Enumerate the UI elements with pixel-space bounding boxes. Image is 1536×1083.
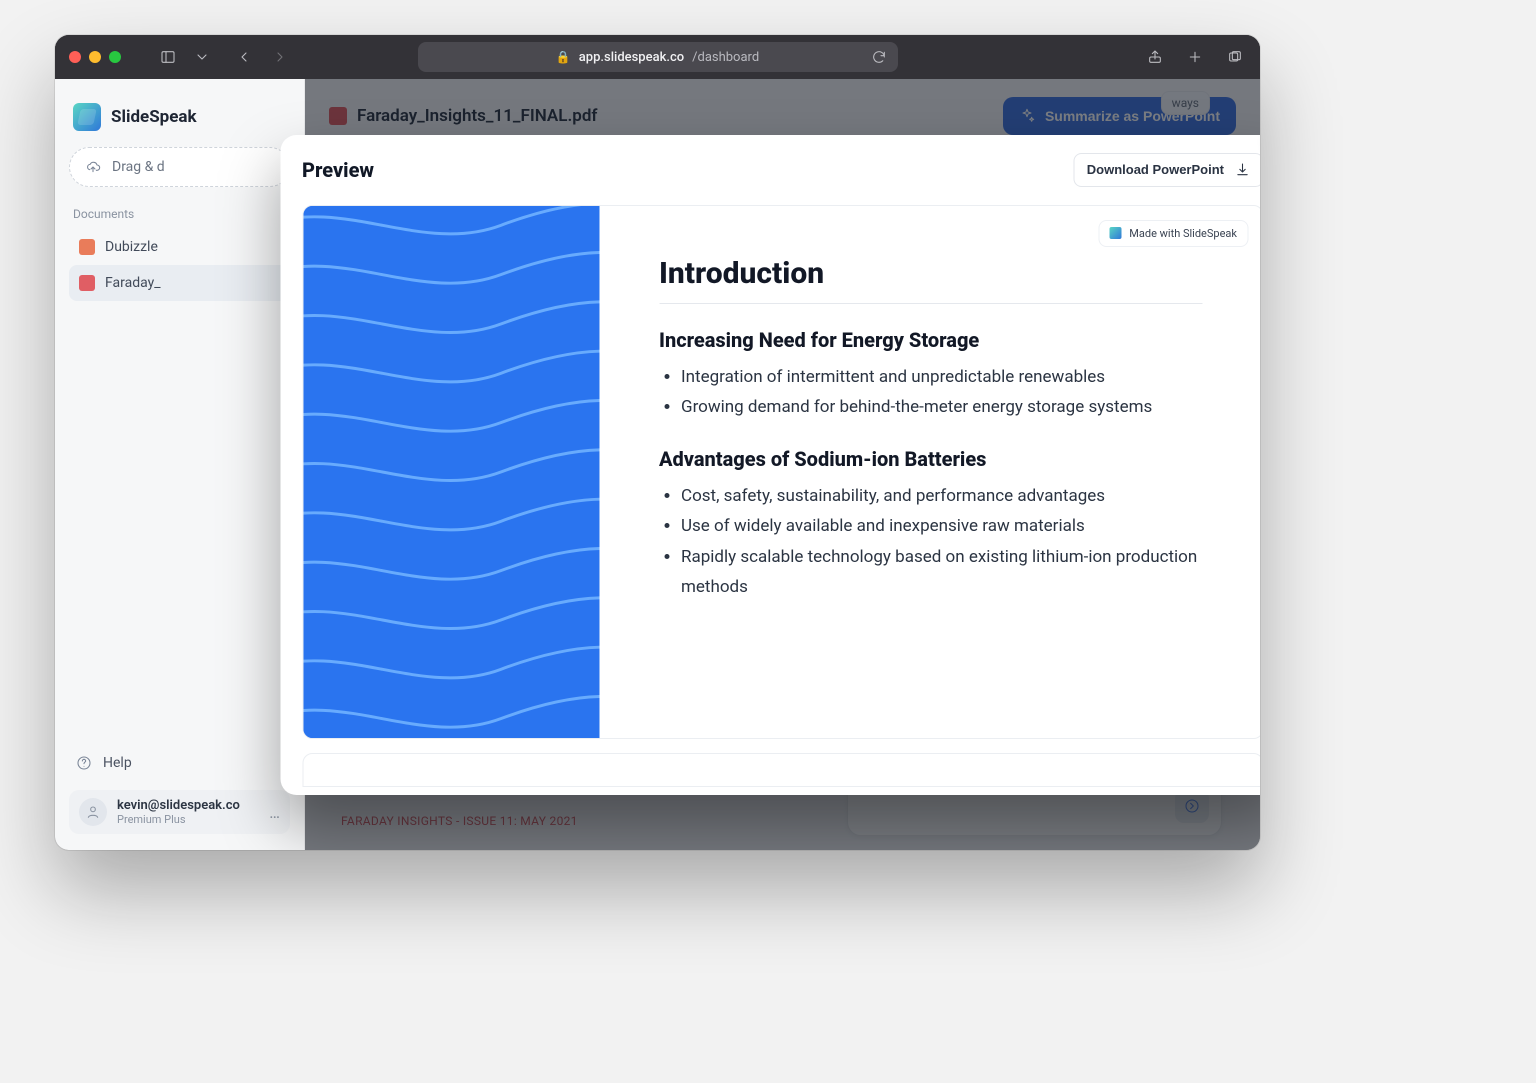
upload-icon — [84, 158, 102, 176]
browser-url-bar[interactable]: 🔒 app.slidespeak.co/dashboard — [418, 42, 898, 72]
avatar-icon — [79, 798, 107, 826]
help-icon — [75, 754, 93, 772]
browser-window: 🔒 app.slidespeak.co/dashboard — [55, 35, 1260, 850]
slide-section-heading: Increasing Need for Energy Storage — [659, 328, 1202, 352]
sidebar-item-label: Dubizzle — [105, 239, 158, 255]
refresh-icon[interactable] — [868, 46, 890, 68]
minimize-window-icon[interactable] — [89, 51, 101, 63]
nav-forward-icon[interactable] — [269, 46, 291, 68]
maximize-window-icon[interactable] — [109, 51, 121, 63]
brand-name: SlideSpeak — [111, 107, 197, 127]
sidebar-item-label: Faraday_ — [105, 275, 161, 291]
slide-title: Introduction — [659, 256, 1202, 304]
sidebar-toggle-icon[interactable] — [157, 46, 179, 68]
slide-bullet: Cost, safety, sustainability, and perfor… — [681, 481, 1202, 512]
download-button[interactable]: Download PowerPoint — [1074, 153, 1260, 187]
sidebar-item-doc-0[interactable]: Dubizzle — [69, 229, 290, 265]
nav-back-icon[interactable] — [233, 46, 255, 68]
pdf-file-icon — [79, 275, 95, 291]
main-panel: Faraday_Insights_11_FINAL.pdf Summarize … — [305, 79, 1260, 850]
slide-decor — [303, 206, 599, 738]
account-chip[interactable]: kevin@slidespeak.co Premium Plus … — [69, 790, 290, 834]
pptx-file-icon — [79, 239, 95, 255]
account-email: kevin@slidespeak.co — [117, 798, 240, 813]
tabs-icon[interactable] — [1224, 46, 1246, 68]
download-icon — [1234, 162, 1250, 178]
made-with-badge: Made with SlideSpeak — [1098, 220, 1248, 247]
account-plan: Premium Plus — [117, 813, 240, 826]
help-label: Help — [103, 755, 132, 771]
slide-section-heading: Advantages of Sodium-ion Batteries — [659, 447, 1202, 471]
close-window-icon[interactable] — [69, 51, 81, 63]
share-icon[interactable] — [1144, 46, 1166, 68]
slide-bullets: Integration of intermittent and unpredic… — [659, 362, 1202, 423]
slide-preview: Made with SlideSpeak Introduction Increa… — [302, 205, 1260, 739]
preview-modal: ✕ Preview Download PowerPoint — [280, 135, 1260, 795]
slide-bullet: Rapidly scalable technology based on exi… — [681, 542, 1202, 603]
upload-label: Drag & d — [112, 159, 165, 175]
brand-logo-icon — [1109, 227, 1121, 239]
url-path: /dashboard — [692, 50, 759, 65]
slide-bullet: Use of widely available and inexpensive … — [681, 511, 1202, 542]
made-with-label: Made with SlideSpeak — [1129, 227, 1237, 240]
slide-bullet: Integration of intermittent and unpredic… — [681, 362, 1202, 393]
slide-bullet: Growing demand for behind-the-meter ener… — [681, 392, 1202, 423]
browser-titlebar: 🔒 app.slidespeak.co/dashboard — [55, 35, 1260, 79]
chevron-down-icon[interactable] — [191, 46, 213, 68]
new-tab-icon[interactable] — [1184, 46, 1206, 68]
brand-logo-icon — [73, 103, 101, 131]
window-controls[interactable] — [69, 51, 121, 63]
account-more-icon[interactable]: … — [269, 803, 280, 822]
lock-icon: 🔒 — [556, 50, 571, 64]
slide-body: Made with SlideSpeak Introduction Increa… — [599, 206, 1260, 738]
brand[interactable]: SlideSpeak — [69, 95, 290, 147]
sidebar-section-label: Documents — [69, 207, 290, 229]
help-link[interactable]: Help — [69, 744, 290, 782]
url-host: app.slidespeak.co — [579, 50, 684, 65]
next-slide-peek — [302, 753, 1260, 787]
modal-title: Preview — [302, 158, 374, 182]
slide-bullets: Cost, safety, sustainability, and perfor… — [659, 481, 1202, 603]
sidebar: SlideSpeak Drag & d Documents Dubizzle F… — [55, 79, 305, 850]
sidebar-item-doc-1[interactable]: Faraday_ — [69, 265, 290, 301]
download-label: Download PowerPoint — [1087, 162, 1224, 177]
app-body: SlideSpeak Drag & d Documents Dubizzle F… — [55, 79, 1260, 850]
upload-dropzone[interactable]: Drag & d — [69, 147, 290, 187]
